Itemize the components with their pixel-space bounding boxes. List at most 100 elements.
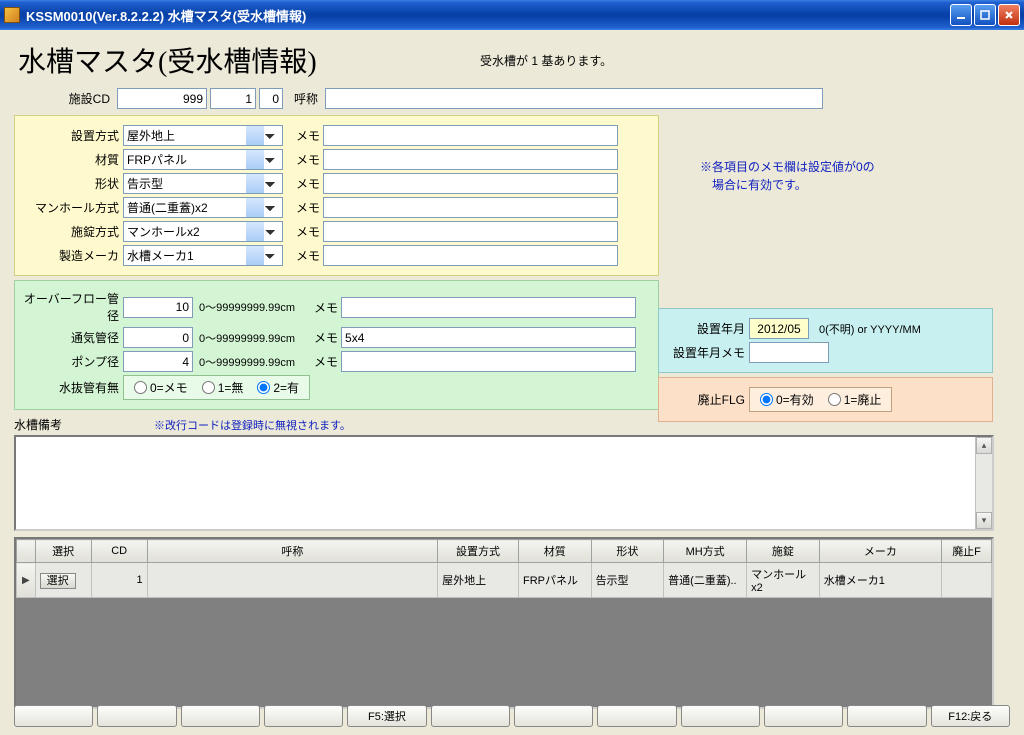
maximize-button[interactable] [974, 4, 996, 26]
install-ym-hint: 0(不明) or YYYY/MM [819, 321, 921, 337]
scrollbar-stub[interactable]: ▴ ▾ [975, 437, 992, 529]
remarks-textarea[interactable]: ▴ ▾ [14, 435, 994, 531]
drain-radio-0[interactable]: 0=メモ [134, 379, 188, 396]
yellow-memo-label-3: メモ [293, 199, 323, 216]
yellow-select-4[interactable]: マンホールx2 [123, 221, 283, 242]
green-range-1: 0～99999999.99cm [199, 330, 295, 346]
green-input-2[interactable] [123, 351, 193, 372]
header-row: 施設CD 呼称 [14, 88, 1010, 109]
green-range-2: 0～99999999.99cm [199, 354, 295, 370]
app-icon [4, 7, 20, 23]
yellow-label-0: 設置方式 [23, 127, 123, 144]
abolish-radio-1[interactable]: 1=廃止 [828, 391, 882, 408]
green-memo-input-0[interactable] [341, 297, 636, 318]
data-grid[interactable]: 選択CD呼称設置方式材質形状MH方式施錠メーカ廃止F▶選択1屋外地上FRPパネル… [14, 537, 994, 709]
green-memo-label-2: メモ [311, 353, 341, 370]
yellow-memo-label-2: メモ [293, 175, 323, 192]
yellow-select-0[interactable]: 屋外地上 [123, 125, 283, 146]
yellow-memo-input-0[interactable] [323, 125, 618, 146]
facility-cd-input[interactable] [117, 88, 207, 109]
yellow-label-1: 材質 [23, 151, 123, 168]
drain-label: 水抜管有無 [23, 379, 123, 396]
orange-panel: 廃止FLG 0=有効 1=廃止 [658, 377, 993, 422]
yellow-label-5: 製造メーカ [23, 247, 123, 264]
status-message: 受水槽が 1 基あります。 [480, 52, 612, 69]
yellow-label-3: マンホール方式 [23, 199, 123, 216]
green-range-0: 0～99999999.99cm [199, 299, 295, 315]
grid-col-1[interactable]: CD [91, 540, 147, 563]
fkey-5[interactable]: F5:選択 [347, 705, 426, 727]
yellow-select-3[interactable]: 普通(二重蓋)x2 [123, 197, 283, 218]
grid-col-7[interactable]: 施錠 [747, 540, 820, 563]
window-title: KSSM0010(Ver.8.2.2.2) 水槽マスタ(受水槽情報) [26, 6, 950, 25]
yellow-select-5[interactable]: 水槽メーカ1 [123, 245, 283, 266]
yellow-memo-input-5[interactable] [323, 245, 618, 266]
fkey-6[interactable] [431, 705, 510, 727]
green-input-0[interactable] [123, 297, 193, 318]
green-label-0: オーバーフロー管径 [23, 290, 123, 324]
install-ym-label: 設置年月 [667, 320, 749, 337]
name-input[interactable] [325, 88, 823, 109]
scroll-down-icon[interactable]: ▾ [976, 512, 992, 529]
facility-sub2-input[interactable] [259, 88, 283, 109]
grid-col-3[interactable]: 設置方式 [438, 540, 519, 563]
yellow-label-2: 形状 [23, 175, 123, 192]
yellow-panel: 設置方式屋外地上メモ材質FRPパネルメモ形状告示型メモマンホール方式普通(二重蓋… [14, 115, 659, 276]
yellow-memo-label-5: メモ [293, 247, 323, 264]
yellow-label-4: 施錠方式 [23, 223, 123, 240]
yellow-memo-input-1[interactable] [323, 149, 618, 170]
fkey-10[interactable] [764, 705, 843, 727]
fkey-7[interactable] [514, 705, 593, 727]
grid-col-2[interactable]: 呼称 [147, 540, 437, 563]
fkey-8[interactable] [597, 705, 676, 727]
function-key-bar: F5:選択 F12:戻る [14, 705, 1010, 727]
install-memo-label: 設置年月メモ [667, 344, 749, 361]
scroll-up-icon[interactable]: ▴ [976, 437, 992, 454]
yellow-memo-input-3[interactable] [323, 197, 618, 218]
grid-col-5[interactable]: 形状 [591, 540, 664, 563]
remarks-label: 水槽備考 [14, 416, 74, 433]
fkey-9[interactable] [681, 705, 760, 727]
green-label-1: 通気管径 [23, 329, 123, 346]
fkey-11[interactable] [847, 705, 926, 727]
drain-radio-1[interactable]: 1=無 [202, 379, 244, 396]
facility-sub1-input[interactable] [210, 88, 256, 109]
memo-note: ※各項目のメモ欄は設定値が0の 場合に有効です。 [700, 158, 875, 194]
name-label: 呼称 [286, 90, 322, 107]
fkey-12[interactable]: F12:戻る [931, 705, 1010, 727]
fkey-1[interactable] [14, 705, 93, 727]
drain-radio-2[interactable]: 2=有 [257, 379, 299, 396]
fkey-2[interactable] [97, 705, 176, 727]
grid-col-9[interactable]: 廃止F [942, 540, 992, 563]
green-memo-input-2[interactable] [341, 351, 636, 372]
row-marker: ▶ [17, 563, 36, 598]
green-memo-label-1: メモ [311, 329, 341, 346]
yellow-select-2[interactable]: 告示型 [123, 173, 283, 194]
install-ym-input[interactable] [749, 318, 809, 339]
yellow-memo-input-4[interactable] [323, 221, 618, 242]
table-row[interactable]: ▶選択1屋外地上FRPパネル告示型普通(二重蓋)..マンホールx2水槽メーカ1 [17, 563, 992, 598]
remarks-note: ※改行コードは登録時に無視されます。 [154, 417, 351, 433]
green-input-1[interactable] [123, 327, 193, 348]
cyan-panel: 設置年月 0(不明) or YYYY/MM 設置年月メモ [658, 308, 993, 373]
yellow-memo-label-0: メモ [293, 127, 323, 144]
green-memo-input-1[interactable] [341, 327, 636, 348]
yellow-memo-label-1: メモ [293, 151, 323, 168]
grid-col-0[interactable]: 選択 [35, 540, 91, 563]
green-panel: オーバーフロー管径 0～99999999.99cm メモ 通気管径 0～99999999… [14, 280, 659, 410]
facility-cd-label: 施設CD [14, 90, 114, 107]
grid-col-6[interactable]: MH方式 [664, 540, 747, 563]
row-select-button[interactable]: 選択 [40, 573, 76, 589]
minimize-button[interactable] [950, 4, 972, 26]
abolish-label: 廃止FLG [667, 391, 749, 408]
abolish-radio-0[interactable]: 0=有効 [760, 391, 814, 408]
grid-col-4[interactable]: 材質 [518, 540, 591, 563]
fkey-3[interactable] [181, 705, 260, 727]
green-label-2: ポンプ径 [23, 353, 123, 370]
install-memo-input[interactable] [749, 342, 829, 363]
grid-col-8[interactable]: メーカ [819, 540, 941, 563]
close-button[interactable] [998, 4, 1020, 26]
yellow-select-1[interactable]: FRPパネル [123, 149, 283, 170]
yellow-memo-input-2[interactable] [323, 173, 618, 194]
fkey-4[interactable] [264, 705, 343, 727]
